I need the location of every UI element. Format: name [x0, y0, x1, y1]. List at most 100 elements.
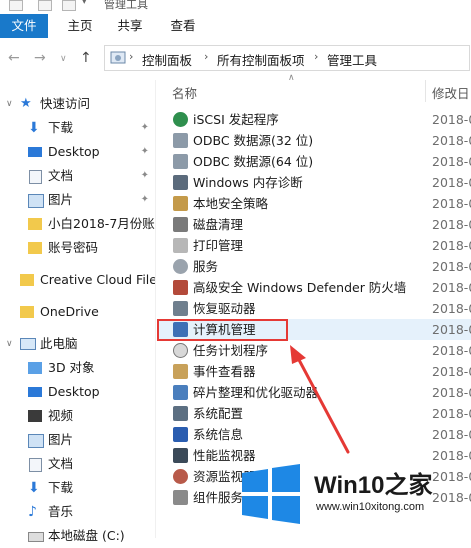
sidebar-item-downloads-pc[interactable]: ⬇ 下载 — [0, 476, 155, 500]
document-icon — [29, 170, 42, 184]
forward-arrow-icon[interactable]: → — [34, 50, 46, 66]
download-arrow-icon: ⬇ — [28, 480, 40, 496]
download-arrow-icon: ⬇ — [28, 120, 40, 136]
address-bar[interactable]: › 控制面板 › 所有控制面板项 › 管理工具 — [104, 45, 470, 71]
sidebar-item-desktop[interactable]: Desktop ✦ — [0, 140, 155, 164]
event-viewer-icon — [173, 364, 188, 379]
column-divider[interactable] — [425, 80, 426, 102]
pin-icon[interactable]: ✦ — [141, 164, 149, 188]
windows-logo-icon — [242, 464, 300, 524]
sidebar-item-desktop-pc[interactable]: Desktop — [0, 380, 155, 404]
sidebar-item-label: Desktop — [48, 144, 100, 159]
list-item[interactable]: 碎片整理和优化驱动器 2018-0 — [158, 382, 471, 403]
sidebar-item-folder-bill[interactable]: 小白2018-7月份账单 — [0, 212, 155, 236]
file-name: ODBC 数据源(64 位) — [193, 154, 314, 169]
tab-home[interactable]: 主页 — [60, 14, 100, 38]
file-name: 系统信息 — [193, 427, 244, 442]
window-icon — [9, 0, 23, 11]
column-header: ∧ 名称 修改日 — [158, 73, 471, 102]
breadcrumb-separator-icon[interactable]: › — [204, 50, 208, 63]
properties-icon[interactable] — [38, 0, 52, 11]
list-item[interactable]: 服务 2018-0 — [158, 256, 471, 277]
list-item[interactable]: 打印管理 2018-0 — [158, 235, 471, 256]
breadcrumb-separator-icon[interactable]: › — [314, 50, 318, 63]
sidebar-item-label: 快速访问 — [40, 96, 91, 111]
highlight-box — [157, 319, 288, 341]
sidebar-item-local-disk-c[interactable]: 本地磁盘 (C:) — [0, 524, 155, 548]
sidebar-item-documents-pc[interactable]: 文档 — [0, 452, 155, 476]
resource-monitor-icon — [173, 469, 188, 484]
watermark-brand: Win10之家 — [314, 472, 433, 499]
file-name: ODBC 数据源(32 位) — [193, 133, 314, 148]
sidebar-item-downloads[interactable]: ⬇ 下载 ✦ — [0, 116, 155, 140]
picture-icon — [28, 434, 44, 448]
back-arrow-icon[interactable]: ← — [8, 50, 20, 66]
task-scheduler-icon — [173, 343, 188, 358]
breadcrumb-separator-icon[interactable]: › — [129, 50, 133, 63]
sidebar-item-quick-access[interactable]: ∨ ★ 快速访问 — [0, 92, 155, 116]
file-date: 2018-0 — [432, 112, 471, 127]
list-item[interactable]: 高级安全 Windows Defender 防火墙 2018-0 — [158, 277, 471, 298]
file-name: 服务 — [193, 259, 219, 274]
file-name: 本地安全策略 — [193, 196, 269, 211]
sidebar-item-creative-cloud[interactable]: Creative Cloud Files — [0, 268, 155, 292]
sidebar-item-label: 文档 — [48, 456, 74, 471]
file-name: 磁盘清理 — [193, 217, 244, 232]
tab-view[interactable]: 查看 — [163, 14, 203, 38]
sidebar-item-pictures[interactable]: 图片 ✦ — [0, 188, 155, 212]
firewall-icon — [173, 280, 188, 295]
list-item[interactable]: 本地安全策略 2018-0 — [158, 193, 471, 214]
video-icon — [28, 410, 42, 422]
list-item[interactable]: iSCSI 发起程序 2018-0 — [158, 109, 471, 130]
new-folder-icon[interactable] — [62, 0, 76, 11]
breadcrumb-all-items[interactable]: 所有控制面板项 — [217, 50, 305, 69]
sidebar-item-videos[interactable]: 视频 — [0, 404, 155, 428]
defrag-icon — [173, 385, 188, 400]
list-item[interactable]: ODBC 数据源(32 位) 2018-0 — [158, 130, 471, 151]
breadcrumb-admin-tools[interactable]: 管理工具 — [327, 50, 377, 69]
list-item[interactable]: 事件查看器 2018-0 — [158, 361, 471, 382]
sidebar-item-label: 3D 对象 — [48, 360, 95, 375]
up-arrow-icon[interactable]: ↑ — [80, 50, 92, 66]
quick-access-dropdown-icon[interactable]: ▾ — [82, 0, 87, 7]
list-item[interactable]: 任务计划程序 2018-0 — [158, 340, 471, 361]
sidebar-item-onedrive[interactable]: OneDrive — [0, 300, 155, 324]
list-item[interactable]: ODBC 数据源(64 位) 2018-0 — [158, 151, 471, 172]
file-date: 2018-0 — [432, 322, 471, 337]
pin-icon[interactable]: ✦ — [141, 116, 149, 140]
system-config-icon — [173, 406, 188, 421]
tab-file[interactable]: 文件 — [0, 14, 48, 38]
pin-icon[interactable]: ✦ — [141, 188, 149, 212]
sidebar-item-label: 视频 — [48, 408, 74, 423]
sidebar-item-3d-objects[interactable]: 3D 对象 — [0, 356, 155, 380]
list-item[interactable]: 系统信息 2018-0 — [158, 424, 471, 445]
file-name: 任务计划程序 — [193, 343, 269, 358]
disk-cleanup-icon — [173, 217, 188, 232]
list-item[interactable]: Windows 内存诊断 2018-0 — [158, 172, 471, 193]
file-name: 高级安全 Windows Defender 防火墙 — [193, 280, 407, 295]
sidebar-item-music[interactable]: ♪ 音乐 — [0, 500, 155, 524]
column-date-header[interactable]: 修改日 — [432, 83, 470, 102]
pin-icon[interactable]: ✦ — [141, 140, 149, 164]
odbc-icon — [173, 133, 188, 148]
odbc-icon — [173, 154, 188, 169]
tab-share[interactable]: 共享 — [110, 14, 150, 38]
file-date: 2018-0 — [432, 238, 471, 253]
list-item[interactable]: 系统配置 2018-0 — [158, 403, 471, 424]
list-item[interactable]: 磁盘清理 2018-0 — [158, 214, 471, 235]
sidebar-item-pictures-pc[interactable]: 图片 — [0, 428, 155, 452]
sidebar-item-documents[interactable]: 文档 ✦ — [0, 164, 155, 188]
sidebar-item-folder-passwords[interactable]: 账号密码 — [0, 236, 155, 260]
list-item[interactable]: 恢复驱动器 2018-0 — [158, 298, 471, 319]
sidebar-item-this-pc[interactable]: ∨ 此电脑 — [0, 332, 155, 356]
security-policy-icon — [173, 196, 188, 211]
system-info-icon — [173, 427, 188, 442]
expand-chevron-icon[interactable]: ∨ — [6, 332, 13, 356]
recent-locations-chevron-icon[interactable]: ∨ — [60, 54, 67, 64]
breadcrumb-control-panel[interactable]: 控制面板 — [142, 50, 192, 69]
column-name-header[interactable]: 名称 — [172, 83, 197, 102]
expand-chevron-icon[interactable]: ∨ — [6, 92, 13, 116]
file-name: Windows 内存诊断 — [193, 175, 303, 190]
printer-icon — [173, 238, 188, 253]
file-date: 2018-0 — [432, 280, 471, 295]
